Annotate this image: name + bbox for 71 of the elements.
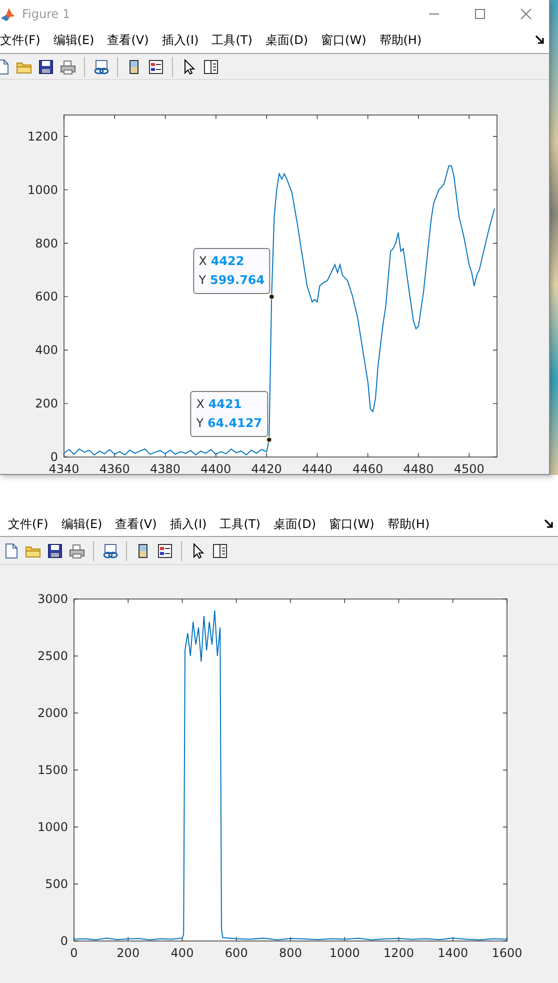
linked-document-icon[interactable] bbox=[102, 542, 118, 558]
datatip-marker[interactable] bbox=[268, 294, 275, 300]
menu-item[interactable]: 帮助(H) bbox=[387, 515, 430, 533]
menu-item[interactable]: 工具(T) bbox=[220, 515, 260, 533]
x-tick-label: 400 bbox=[170, 946, 194, 960]
dock-arrow-icon[interactable] bbox=[544, 519, 554, 529]
y-tick-label: 1200 bbox=[27, 129, 58, 144]
y-tick-label: 200 bbox=[35, 396, 58, 411]
datatip-y-value: Y 64.4127 bbox=[196, 414, 262, 432]
y-tick-label: 0 bbox=[60, 934, 68, 948]
maximize-icon bbox=[474, 8, 486, 20]
menu-item[interactable]: 桌面(D) bbox=[273, 515, 316, 533]
menu-item[interactable]: 工具(T) bbox=[212, 31, 252, 49]
x-tick-label: 4440 bbox=[302, 462, 332, 473]
legend-icon[interactable] bbox=[157, 542, 173, 558]
x-tick-label: 0 bbox=[70, 946, 78, 960]
menu-item[interactable]: 窗口(W) bbox=[321, 31, 366, 49]
y-tick-label: 600 bbox=[35, 290, 58, 304]
x-tick-label: 4380 bbox=[150, 462, 181, 473]
window-title: Figure 1 bbox=[22, 6, 70, 22]
datatip[interactable]: X 4421 Y 64.4127 bbox=[190, 390, 268, 437]
x-tick-label: 4400 bbox=[200, 462, 232, 473]
printer-icon[interactable] bbox=[69, 542, 85, 558]
y-tick-label: 400 bbox=[35, 343, 58, 358]
menu-item[interactable]: 查看(V) bbox=[115, 515, 157, 533]
x-tick-label: 1600 bbox=[492, 946, 522, 960]
menu-item[interactable]: 文件(F) bbox=[8, 515, 48, 533]
panel-layout-icon[interactable] bbox=[203, 58, 219, 74]
x-tick-label: 4480 bbox=[403, 462, 434, 473]
datatip-y-value: Y 599.764 bbox=[198, 272, 265, 289]
x-tick-label: 1200 bbox=[383, 946, 414, 960]
x-tick-label: 4500 bbox=[454, 462, 484, 473]
datatip-marker[interactable] bbox=[266, 436, 272, 443]
menu-item[interactable]: 文件(F) bbox=[0, 31, 40, 49]
new-file-icon[interactable] bbox=[3, 542, 19, 558]
y-tick-label: 1000 bbox=[27, 182, 58, 197]
x-tick-label: 1000 bbox=[329, 946, 360, 960]
menu-item[interactable]: 窗口(W) bbox=[329, 515, 374, 533]
close-icon bbox=[520, 8, 532, 20]
linked-document-icon[interactable] bbox=[93, 58, 109, 74]
y-tick-label: 0 bbox=[50, 450, 58, 464]
y-tick-label: 3000 bbox=[37, 592, 68, 606]
datatip-x-value: X 4422 bbox=[198, 252, 246, 270]
datatip[interactable]: X 4422 Y 599.764 bbox=[192, 248, 271, 294]
peak-logo-icon bbox=[0, 6, 16, 22]
y-tick-label: 1500 bbox=[37, 763, 68, 777]
menu-item[interactable]: 桌面(D) bbox=[265, 31, 308, 49]
printer-icon[interactable] bbox=[60, 58, 76, 74]
menu-item[interactable]: 帮助(H) bbox=[379, 31, 422, 49]
x-tick-label: 4340 bbox=[48, 462, 80, 473]
y-tick-label: 1000 bbox=[37, 820, 68, 834]
dock-arrow-icon[interactable] bbox=[535, 35, 545, 45]
menu-item[interactable]: 编辑(E) bbox=[61, 515, 102, 533]
panel-layout-icon[interactable] bbox=[212, 542, 228, 558]
x-tick-label: 4420 bbox=[251, 462, 282, 473]
x-tick-label: 600 bbox=[224, 946, 248, 960]
x-tick-label: 800 bbox=[279, 946, 302, 960]
x-tick-label: 4460 bbox=[352, 462, 384, 473]
y-tick-label: 500 bbox=[45, 877, 68, 891]
x-tick-label: 200 bbox=[116, 946, 140, 960]
y-tick-label: 2000 bbox=[37, 706, 68, 720]
datatip-x-value: X 4421 bbox=[196, 396, 243, 413]
y-tick-label: 800 bbox=[35, 236, 58, 250]
x-tick-label: 1400 bbox=[438, 946, 468, 960]
x-tick-label: 4360 bbox=[99, 462, 130, 473]
menu-item[interactable]: 插入(I) bbox=[170, 515, 207, 533]
menu-item[interactable]: 查看(V) bbox=[107, 31, 149, 49]
y-tick-label: 2500 bbox=[37, 649, 68, 663]
menu-item[interactable]: 插入(I) bbox=[162, 31, 199, 49]
legend-icon[interactable] bbox=[148, 58, 164, 74]
menu-item[interactable]: 编辑(E) bbox=[53, 31, 94, 49]
